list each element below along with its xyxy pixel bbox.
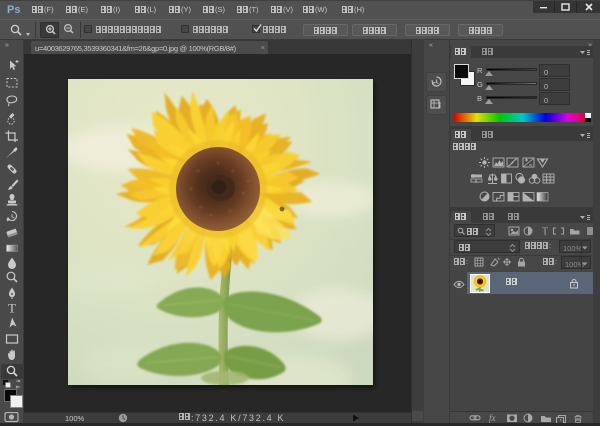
svg-text:T: T bbox=[8, 301, 16, 315]
svg-text:fx: fx bbox=[489, 413, 496, 423]
svg-text:T: T bbox=[542, 227, 548, 237]
